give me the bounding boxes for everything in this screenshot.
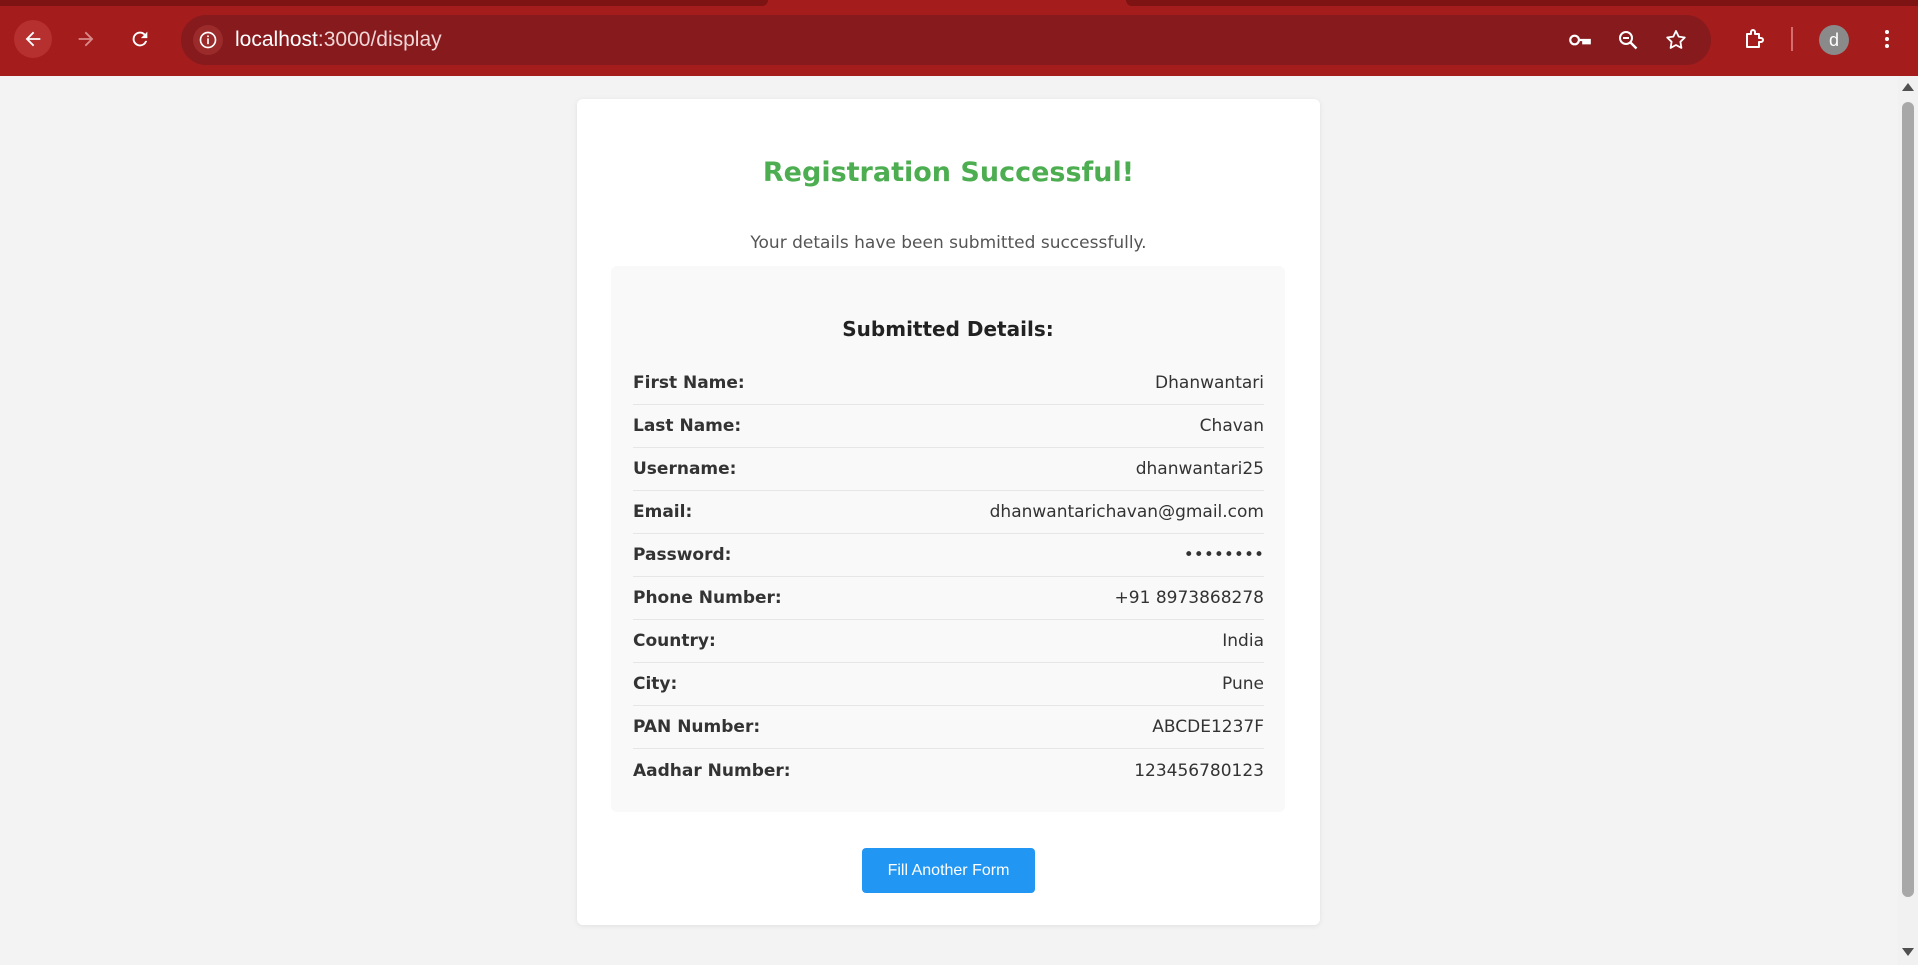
detail-value: +91 8973868278: [1114, 588, 1264, 608]
forward-button[interactable]: [67, 20, 105, 58]
success-card: Registration Successful! Your details ha…: [577, 99, 1320, 925]
toolbar-separator: [1791, 27, 1793, 51]
profile-avatar[interactable]: d: [1819, 25, 1849, 55]
details-title: Submitted Details:: [842, 317, 1054, 341]
kebab-menu-icon: [1885, 30, 1889, 48]
detail-value: Dhanwantari: [1155, 373, 1264, 393]
url-text[interactable]: localhost:3000/display: [235, 28, 442, 52]
detail-value: dhanwantarichavan@gmail.com: [989, 502, 1264, 522]
tab-strip-right: [1126, 0, 1918, 6]
zoom-button[interactable]: [1615, 27, 1641, 53]
site-info-button[interactable]: [193, 25, 223, 55]
detail-label: Password:: [633, 545, 732, 565]
detail-row-username: Username: dhanwantari25: [633, 448, 1264, 491]
detail-value: India: [1222, 631, 1264, 651]
reload-button[interactable]: [121, 20, 159, 58]
detail-label: Email:: [633, 502, 693, 522]
fill-another-form-button[interactable]: Fill Another Form: [862, 848, 1035, 893]
bookmark-star-icon: [1666, 30, 1686, 49]
extensions-icon: [1746, 29, 1764, 48]
page-scrollbar[interactable]: [1898, 76, 1918, 965]
address-bar[interactable]: localhost:3000/display: [181, 15, 1711, 65]
url-host: localhost: [235, 28, 318, 51]
scroll-up-arrow-icon[interactable]: [1902, 83, 1914, 91]
browser-menu-button[interactable]: [1868, 20, 1906, 58]
back-button[interactable]: [14, 20, 52, 58]
detail-row-aadhar-number: Aadhar Number: 123456780123: [633, 749, 1264, 792]
detail-row-password: Password: ••••••••: [633, 534, 1264, 577]
url-path: :3000/display: [317, 28, 442, 51]
detail-row-last-name: Last Name: Chavan: [633, 405, 1264, 448]
detail-row-pan-number: PAN Number: ABCDE1237F: [633, 706, 1264, 749]
detail-row-city: City: Pune: [633, 663, 1264, 706]
page-title: Registration Successful!: [762, 157, 1135, 188]
extensions-button[interactable]: [1735, 20, 1773, 58]
detail-label: PAN Number:: [633, 717, 761, 737]
detail-label: Last Name:: [633, 416, 742, 436]
zoom-icon: [1619, 31, 1638, 50]
detail-value: dhanwantari25: [1135, 459, 1264, 479]
scrollbar-thumb[interactable]: [1902, 102, 1914, 897]
detail-label: City:: [633, 674, 678, 694]
page-subtitle: Your details have been submitted success…: [750, 233, 1147, 253]
tab-strip-left: [0, 0, 768, 6]
bookmark-button[interactable]: [1663, 27, 1689, 53]
detail-value: Pune: [1222, 674, 1264, 694]
detail-value: ABCDE1237F: [1152, 717, 1264, 737]
submitted-details-panel: Submitted Details: First Name: Dhanwanta…: [611, 266, 1285, 812]
reload-icon: [132, 31, 148, 47]
detail-row-country: Country: India: [633, 620, 1264, 663]
detail-label: First Name:: [633, 373, 745, 393]
password-key-icon: [1569, 34, 1591, 46]
detail-value: 123456780123: [1134, 760, 1264, 781]
detail-value: Chavan: [1199, 416, 1264, 436]
detail-value: ••••••••: [1183, 545, 1264, 565]
detail-row-first-name: First Name: Dhanwantari: [633, 362, 1264, 405]
scroll-down-arrow-icon[interactable]: [1902, 948, 1914, 956]
detail-row-phone-number: Phone Number: +91 8973868278: [633, 577, 1264, 620]
site-info-icon: [199, 31, 217, 49]
detail-label: Aadhar Number:: [633, 760, 791, 781]
detail-label: Country:: [633, 631, 716, 651]
page-viewport: Registration Successful! Your details ha…: [0, 76, 1898, 965]
detail-label: Phone Number:: [633, 588, 782, 608]
password-key-button[interactable]: [1567, 27, 1593, 53]
back-arrow-icon: [25, 31, 41, 47]
browser-toolbar: localhost:3000/display d: [0, 0, 1918, 76]
forward-arrow-icon: [78, 31, 94, 47]
detail-label: Username:: [633, 459, 737, 479]
detail-row-email: Email: dhanwantarichavan@gmail.com: [633, 491, 1264, 534]
details-list: First Name: Dhanwantari Last Name: Chava…: [633, 362, 1264, 792]
